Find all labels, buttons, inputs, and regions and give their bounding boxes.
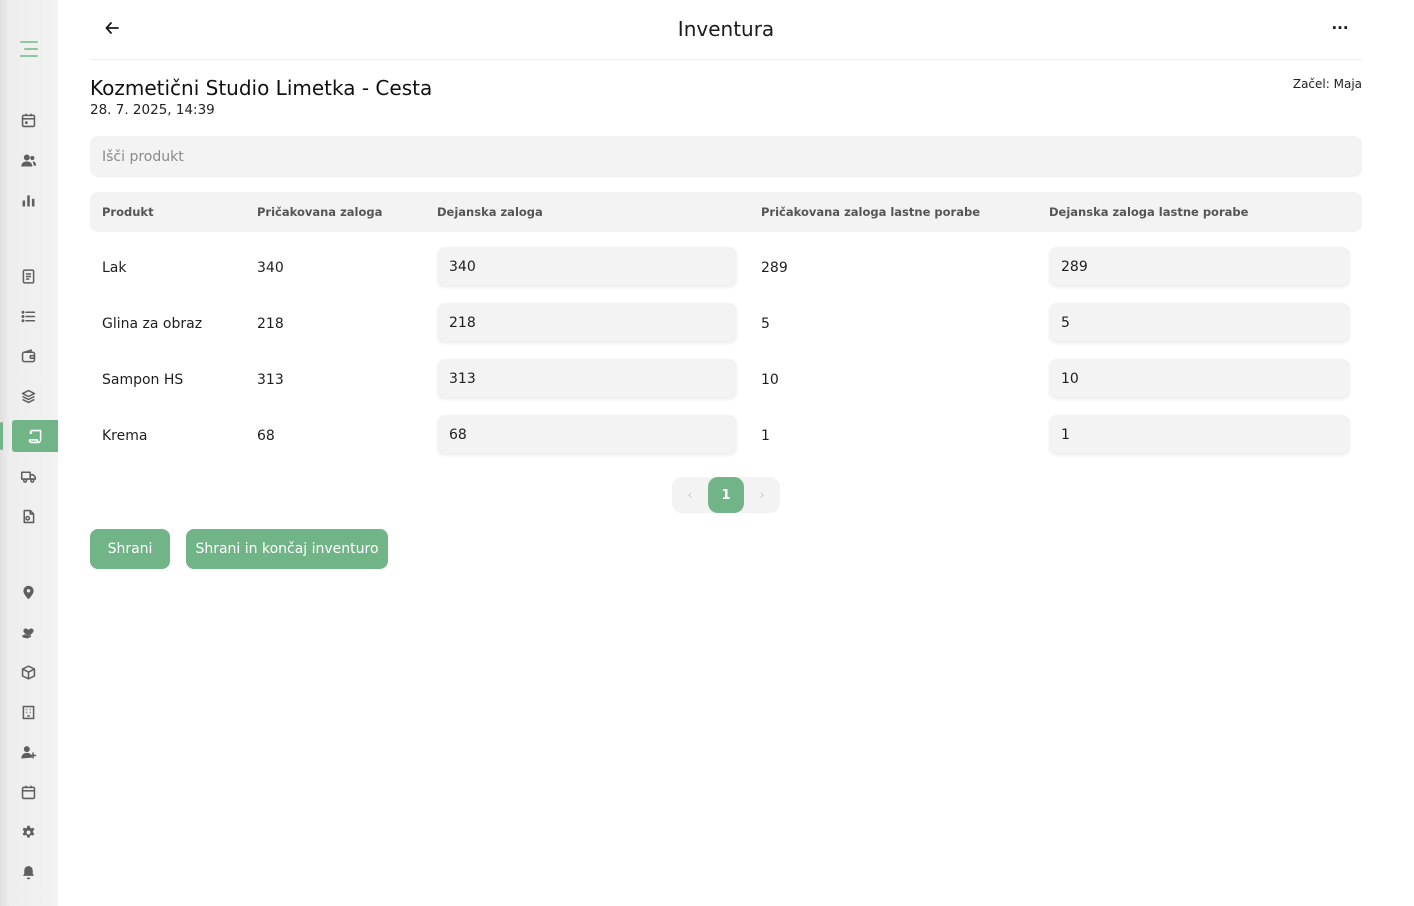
- heart-hand-icon[interactable]: [12, 616, 44, 648]
- table-row: Lak 340 289: [90, 242, 1362, 298]
- calendar-alt-icon[interactable]: [12, 776, 44, 808]
- table-header: Produkt Pričakovana zaloga Dejanska zalo…: [90, 192, 1362, 232]
- stack-icon[interactable]: [12, 380, 44, 412]
- column-header-product: Produkt: [102, 205, 154, 219]
- column-header-actual-own: Dejanska zaloga lastne porabe: [1049, 205, 1249, 219]
- expected-stock: 340: [257, 260, 284, 276]
- expected-own-stock: 1: [761, 428, 770, 444]
- page-button-current[interactable]: 1: [708, 477, 744, 513]
- bell-icon[interactable]: [12, 856, 44, 888]
- actual-stock-input[interactable]: [437, 359, 737, 399]
- previous-page-button[interactable]: ‹: [680, 485, 700, 505]
- next-page-button[interactable]: ›: [752, 485, 772, 505]
- building-icon[interactable]: [12, 696, 44, 728]
- save-and-finish-button[interactable]: Shrani in končaj inventuro: [186, 529, 388, 569]
- truck-icon[interactable]: [12, 460, 44, 492]
- page-title: Inventura: [677, 17, 775, 41]
- table-row: Sampon HS 313 10: [90, 354, 1362, 410]
- expected-stock: 313: [257, 372, 284, 388]
- clients-icon[interactable]: [12, 144, 44, 176]
- more-options-button[interactable]: ···: [1328, 16, 1352, 40]
- pagination: ‹ 1 ›: [672, 477, 780, 513]
- user-add-icon[interactable]: [12, 736, 44, 768]
- actual-own-stock-input[interactable]: [1049, 359, 1350, 399]
- search-input[interactable]: [90, 136, 1362, 177]
- file-icon[interactable]: [12, 500, 44, 532]
- actual-own-stock-input[interactable]: [1049, 247, 1350, 287]
- expected-stock: 218: [257, 316, 284, 332]
- box-icon[interactable]: [12, 656, 44, 688]
- list-icon[interactable]: [12, 300, 44, 332]
- chart-icon[interactable]: [12, 184, 44, 216]
- sidebar: [0, 0, 58, 906]
- product-name: Glina za obraz: [102, 316, 203, 332]
- actual-own-stock-input[interactable]: [1049, 303, 1350, 343]
- expected-stock: 68: [257, 428, 275, 444]
- product-name: Lak: [102, 260, 127, 276]
- location-icon[interactable]: [12, 576, 44, 608]
- menu-icon[interactable]: [14, 34, 44, 64]
- actual-stock-input[interactable]: [437, 303, 737, 343]
- document-icon[interactable]: [12, 260, 44, 292]
- actual-stock-input[interactable]: [437, 415, 737, 455]
- expected-own-stock: 5: [761, 316, 770, 332]
- table-row: Krema 68 1: [90, 410, 1362, 466]
- product-name: Sampon HS: [102, 372, 184, 388]
- save-button[interactable]: Shrani: [90, 529, 170, 569]
- page-header: Inventura ···: [90, 0, 1362, 60]
- gear-icon[interactable]: [12, 816, 44, 848]
- table-row: Glina za obraz 218 5: [90, 298, 1362, 354]
- studio-name: Kozmetični Studio Limetka - Cesta: [90, 76, 433, 100]
- expected-own-stock: 10: [761, 372, 779, 388]
- inventory-date: 28. 7. 2025, 14:39: [90, 102, 215, 118]
- column-header-expected: Pričakovana zaloga: [257, 205, 383, 219]
- inventory-icon[interactable]: [0, 420, 58, 452]
- wallet-icon[interactable]: [12, 340, 44, 372]
- product-name: Krema: [102, 428, 148, 444]
- expected-own-stock: 289: [761, 260, 788, 276]
- started-by: Začel: Maja: [1292, 77, 1362, 91]
- calendar-icon[interactable]: [12, 104, 44, 136]
- column-header-expected-own: Pričakovana zaloga lastne porabe: [761, 205, 980, 219]
- actual-own-stock-input[interactable]: [1049, 415, 1350, 455]
- actual-stock-input[interactable]: [437, 247, 737, 287]
- column-header-actual: Dejanska zaloga: [437, 205, 543, 219]
